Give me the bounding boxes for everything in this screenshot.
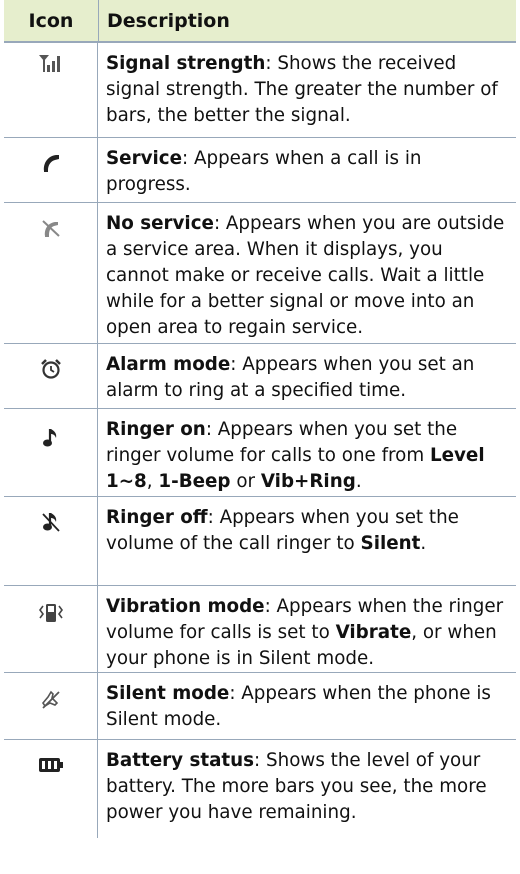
vibration-mode-icon bbox=[38, 604, 63, 622]
row-title: Ringer on bbox=[106, 419, 206, 440]
table-row: Battery status: Shows the level of your … bbox=[4, 740, 516, 838]
row-text: . bbox=[420, 533, 427, 554]
table-row: Ringer off: Appears when you set the vol… bbox=[4, 497, 516, 586]
ringer-on-icon bbox=[42, 429, 56, 447]
row-title: Battery status bbox=[106, 750, 255, 771]
header-icon: Icon bbox=[4, 0, 99, 41]
table-row: Alarm mode: Appears when you set an alar… bbox=[4, 344, 516, 409]
signal-strength-icon bbox=[38, 55, 60, 72]
ringer-silent-option: Silent bbox=[360, 533, 421, 554]
row-title: Ringer off bbox=[106, 507, 208, 528]
row-text: , bbox=[146, 471, 159, 492]
service-call-icon bbox=[43, 155, 59, 172]
table-row: No service: Appears when you are outside… bbox=[4, 203, 516, 344]
ringer-off-icon bbox=[41, 513, 60, 532]
table-row: Silent mode: Appears when the phone is S… bbox=[4, 673, 516, 740]
ringer-beep-option: 1-Beep bbox=[158, 471, 231, 492]
row-text: . bbox=[355, 471, 362, 492]
row-title: No service bbox=[106, 213, 214, 234]
icon-table: Icon Description Signal strength: Shows … bbox=[4, 0, 516, 838]
no-service-icon bbox=[41, 220, 60, 237]
vibrate-option: Vibrate bbox=[335, 622, 412, 643]
table-row: Service: Appears when a call is in progr… bbox=[4, 138, 516, 203]
table-row: Signal strength: Shows the received sign… bbox=[4, 43, 516, 138]
header-description: Description bbox=[107, 9, 230, 32]
row-title: Silent mode bbox=[106, 683, 230, 704]
row-title: Alarm mode bbox=[106, 354, 231, 375]
row-title: Vibration mode bbox=[106, 596, 265, 617]
table-row: Vibration mode: Appears when the ringer … bbox=[4, 586, 516, 673]
ringer-vib-option: Vib+Ring bbox=[260, 471, 356, 492]
battery-status-icon bbox=[38, 758, 63, 772]
row-title: Service bbox=[106, 148, 182, 169]
row-title: Signal strength bbox=[106, 53, 266, 74]
table-header: Icon Description bbox=[4, 0, 516, 43]
silent-mode-icon bbox=[41, 690, 60, 709]
table-row: Ringer on: Appears when you set the ring… bbox=[4, 409, 516, 497]
row-text: or bbox=[230, 471, 261, 492]
alarm-clock-icon bbox=[40, 359, 61, 379]
